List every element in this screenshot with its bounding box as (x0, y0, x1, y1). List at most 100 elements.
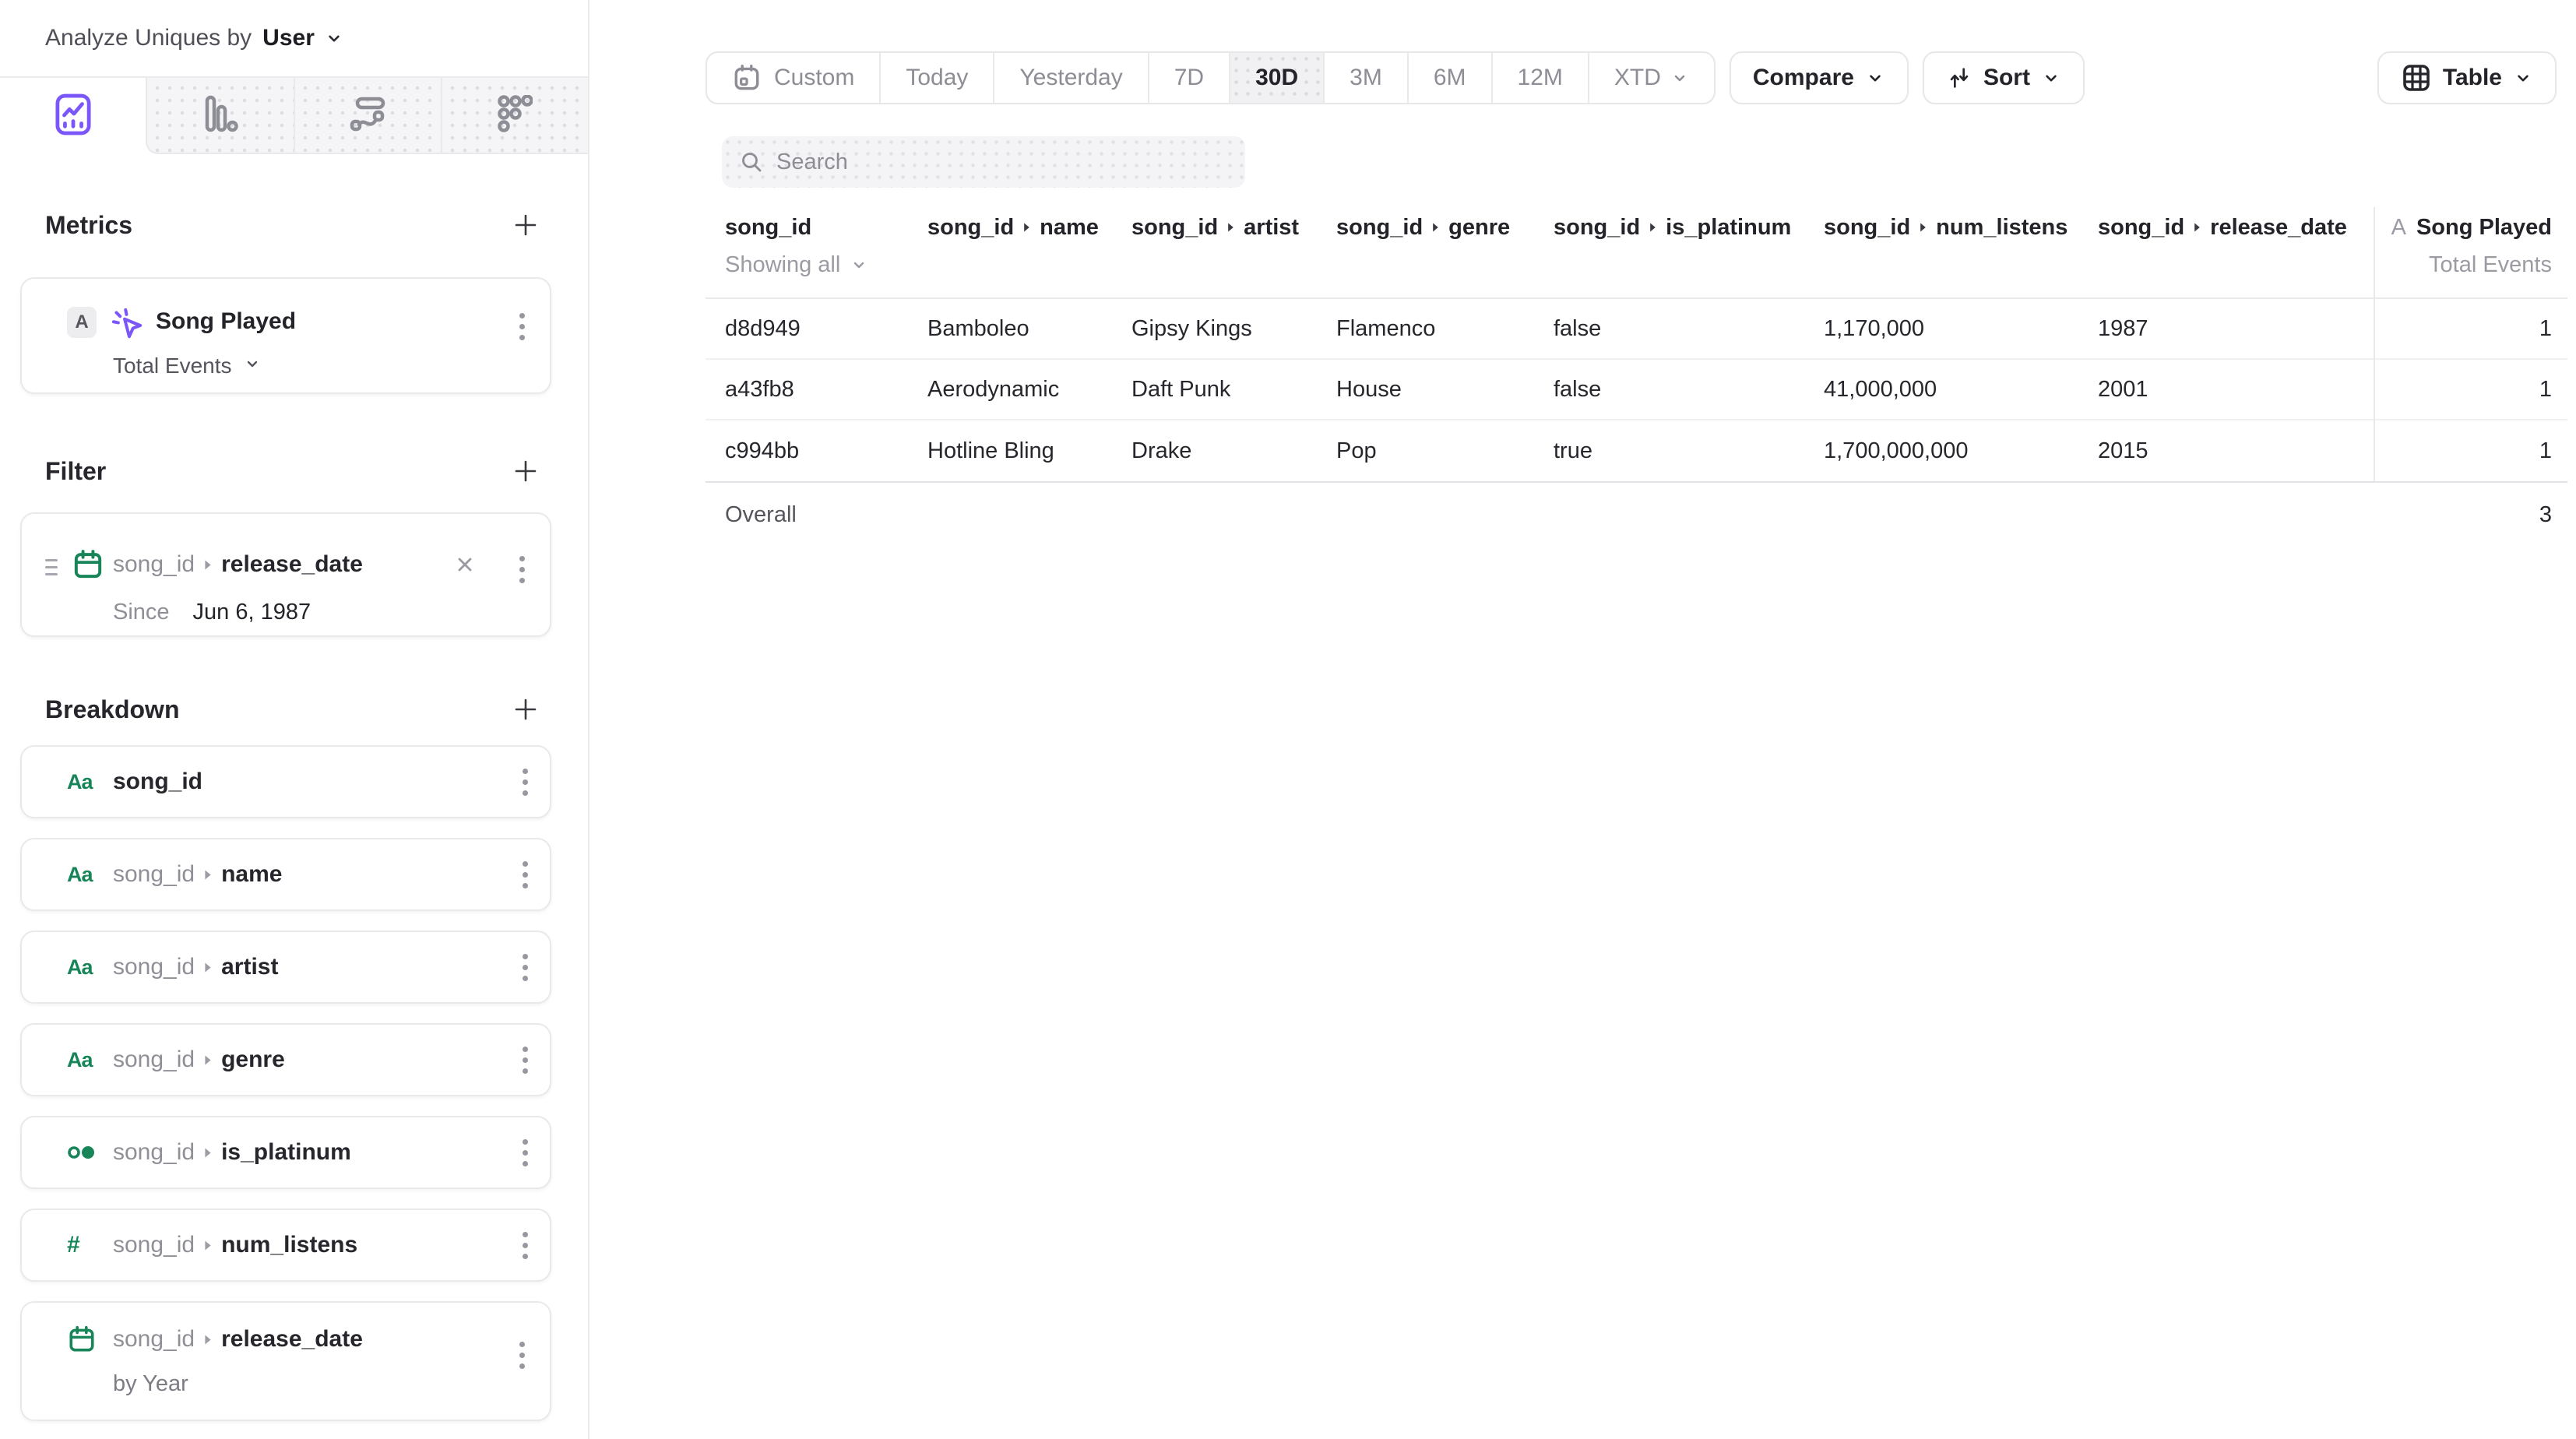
column-leaf: num_listens (1936, 215, 2067, 241)
property-leaf: release_date (221, 551, 363, 578)
date-range-xtd[interactable]: XTD (1588, 53, 1714, 103)
date-range-3m[interactable]: 3M (1323, 53, 1407, 103)
breakdown-kebab-menu[interactable] (518, 857, 533, 893)
aggregation-label: Total Events (113, 354, 232, 378)
date-range-30d[interactable]: 30D (1229, 53, 1323, 103)
date-range-yesterday[interactable]: Yesterday (993, 53, 1147, 103)
search-input[interactable] (776, 150, 1212, 175)
overall-row: Overall 3 (706, 481, 2567, 547)
search-box[interactable] (722, 136, 1245, 188)
column-header[interactable]: song_id (706, 215, 927, 241)
breakdown-card[interactable]: Aa song_id genre (20, 1023, 551, 1096)
filter-condition[interactable]: Since Jun 6, 1987 (113, 600, 311, 625)
analytics-app: Analyze Uniques by User (0, 0, 2576, 1439)
breakdown-kebab-menu[interactable] (518, 764, 533, 800)
column-header[interactable]: song_id artist (1131, 215, 1336, 241)
metric-kebab-menu[interactable] (515, 308, 530, 345)
breakdown-card[interactable]: song_id is_platinum (20, 1116, 551, 1189)
date-range-today[interactable]: Today (879, 53, 993, 103)
metric-column-divider (2374, 207, 2375, 481)
caret-right-icon (203, 1147, 213, 1159)
results-panel: Custom Today Yesterday 7D 30D 3M 6M 12M … (589, 0, 2576, 1439)
cell-is-platinum: false (1554, 316, 1824, 342)
property-prefix: song_id (113, 861, 195, 888)
column-leaf: song_id (725, 215, 811, 241)
breakdown-kebab-menu[interactable] (518, 1135, 533, 1171)
cell-song-id: a43fb8 (706, 377, 927, 403)
breakdown-card[interactable]: song_id release_date by Year (20, 1301, 551, 1421)
add-breakdown-button[interactable] (509, 692, 543, 727)
property-leaf: name (221, 861, 282, 888)
breakdown-card[interactable]: Aa song_id (20, 745, 551, 818)
bar-chart-icon (202, 94, 238, 137)
add-metric-button[interactable] (509, 208, 543, 242)
cell-song-id: d8d949 (706, 316, 927, 342)
cell-num-listens: 41,000,000 (1824, 377, 2098, 403)
cell-genre: House (1336, 377, 1554, 403)
table-row[interactable]: c994bb Hotline Bling Drake Pop true 1,70… (706, 420, 2567, 481)
table-row[interactable]: d8d949 Bamboleo Gipsy Kings Flamenco fal… (706, 299, 2567, 360)
breakdown-kebab-menu[interactable] (518, 1227, 533, 1264)
view-type-button[interactable]: Table (2377, 51, 2557, 104)
column-header[interactable]: song_id name (927, 215, 1131, 241)
tab-flow[interactable] (294, 78, 441, 154)
caret-right-icon (203, 1054, 213, 1066)
column-header[interactable]: song_id is_platinum (1554, 215, 1824, 241)
breakdown-kebab-menu[interactable] (518, 1042, 533, 1078)
tab-funnel[interactable] (441, 78, 588, 154)
cell-metric-value: 1 (2374, 316, 2567, 342)
tab-line-chart[interactable] (0, 78, 146, 154)
table-row[interactable]: a43fb8 Aerodynamic Daft Punk House false… (706, 360, 2567, 420)
flow-icon (349, 96, 386, 135)
date-range-6m[interactable]: 6M (1407, 53, 1491, 103)
breakdown-kebab-menu[interactable] (515, 1337, 530, 1374)
column-header[interactable]: song_id genre (1336, 215, 1554, 241)
analysis-type-label: Analyze Uniques by (45, 25, 252, 51)
metric-event-name[interactable]: Song Played (156, 308, 296, 335)
cell-num-listens: 1,700,000,000 (1824, 438, 2098, 464)
metric-card[interactable]: A Song Played Total Events (20, 277, 551, 394)
date-range-7d[interactable]: 7D (1148, 53, 1229, 103)
showing-all-dropdown[interactable]: Showing all (725, 252, 868, 278)
caret-right-icon (203, 869, 213, 881)
column-leaf: genre (1448, 215, 1510, 241)
breakdown-card[interactable]: Aa song_id artist (20, 931, 551, 1004)
cell-genre: Pop (1336, 438, 1554, 464)
column-prefix: song_id (1336, 215, 1423, 241)
chevron-down-icon (324, 28, 344, 48)
breakdown-card[interactable]: # song_id num_listens (20, 1209, 551, 1282)
property-prefix: song_id (113, 1139, 195, 1166)
date-range-label: 12M (1518, 65, 1563, 91)
text-type-icon: Aa (67, 863, 101, 887)
date-range-custom[interactable]: Custom (707, 53, 879, 103)
filter-property-path[interactable]: song_id release_date (113, 551, 363, 578)
toolbar: Custom Today Yesterday 7D 30D 3M 6M 12M … (706, 51, 2557, 104)
breakdown-kebab-menu[interactable] (518, 949, 533, 986)
metric-column-header[interactable]: A Song Played (2374, 215, 2567, 241)
remove-filter-button[interactable] (453, 553, 477, 576)
breakdown-bucket-label[interactable]: by Year (113, 1371, 533, 1397)
sort-arrows-icon (1946, 65, 1972, 91)
breakdown-card[interactable]: Aa song_id name (20, 838, 551, 911)
column-header[interactable]: song_id release_date (2098, 215, 2374, 241)
sort-label: Sort (1983, 65, 2030, 91)
tab-bar-chart[interactable] (146, 78, 293, 154)
showing-all-label: Showing all (725, 252, 840, 278)
text-type-icon: Aa (67, 1048, 101, 1072)
filter-card[interactable]: song_id release_date Since Jun 6, 1987 (20, 512, 551, 637)
column-header[interactable]: song_id num_listens (1824, 215, 2098, 241)
sort-button[interactable]: Sort (1923, 51, 2085, 104)
filter-kebab-menu[interactable] (515, 551, 530, 588)
caret-right-icon (2193, 222, 2201, 233)
overall-value: 3 (2374, 502, 2567, 528)
metric-aggregation[interactable]: Total Events (113, 354, 262, 378)
cell-name: Bamboleo (927, 316, 1131, 342)
compare-button[interactable]: Compare (1730, 51, 1909, 104)
drag-handle-icon[interactable] (45, 559, 58, 575)
date-range-12m[interactable]: 12M (1491, 53, 1588, 103)
entity-selector[interactable]: User (262, 25, 315, 51)
add-filter-button[interactable] (509, 454, 543, 488)
cell-artist: Gipsy Kings (1131, 316, 1336, 342)
property-prefix: song_id (113, 954, 195, 980)
metric-series-badge: A (2391, 215, 2406, 241)
